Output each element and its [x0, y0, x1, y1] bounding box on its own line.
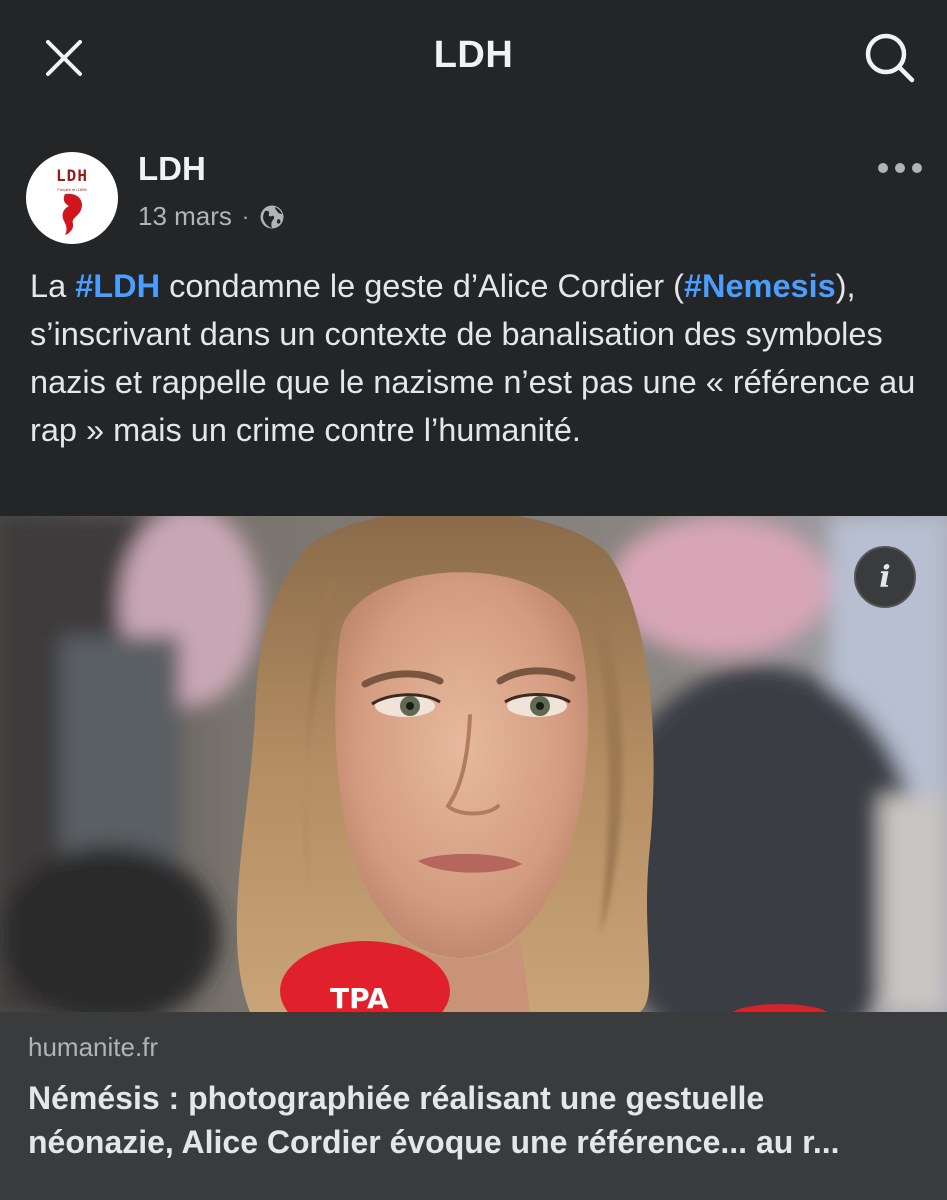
ldh-logo-mark: [62, 193, 83, 235]
post-text-part: condamne le geste d’Alice Cordier (: [160, 268, 684, 304]
search-button[interactable]: [858, 26, 922, 90]
preview-photo: TPA: [0, 516, 947, 1012]
avatar[interactable]: LDH Fondée en 1898: [26, 152, 118, 244]
search-icon: [865, 33, 915, 83]
post-author[interactable]: LDH: [138, 150, 206, 188]
link-domain: humanite.fr: [28, 1032, 159, 1062]
link-preview-meta[interactable]: humanite.fr Némésis : photographiée réal…: [0, 1012, 947, 1200]
info-button[interactable]: i: [854, 546, 916, 608]
info-icon: i: [879, 559, 891, 595]
top-navigation-bar: LDH: [0, 0, 947, 118]
link-headline-line: Némésis : photographiée réalisant une ge…: [28, 1080, 765, 1116]
post-date[interactable]: 13 mars: [138, 201, 232, 232]
more-horizontal-icon: [878, 163, 922, 173]
link-headline-line: néonazie, Alice Cordier évoque une référ…: [28, 1124, 840, 1160]
hashtag-ldh[interactable]: #LDH: [75, 268, 160, 304]
link-preview-image[interactable]: TPA i: [0, 516, 947, 1012]
post-text-part: La: [30, 268, 76, 304]
link-headline: Némésis : photographiée réalisant une ge…: [28, 1076, 918, 1164]
hashtag-nemesis[interactable]: #Nemesis: [684, 268, 836, 304]
meta-separator: ·: [241, 203, 250, 229]
post-text: La #LDH condamne le geste d’Alice Cordie…: [30, 262, 920, 454]
more-options-button[interactable]: [874, 150, 926, 186]
page-title: LDH: [433, 34, 514, 76]
post-meta: 13 mars ·: [138, 201, 285, 232]
avatar-logo-text: LDH: [56, 166, 88, 185]
svg-text:TPA: TPA: [330, 982, 389, 1012]
link-preview-card[interactable]: TPA i humanite.fr Némésis : photographié…: [0, 516, 947, 1200]
globe-icon: [260, 205, 284, 228]
